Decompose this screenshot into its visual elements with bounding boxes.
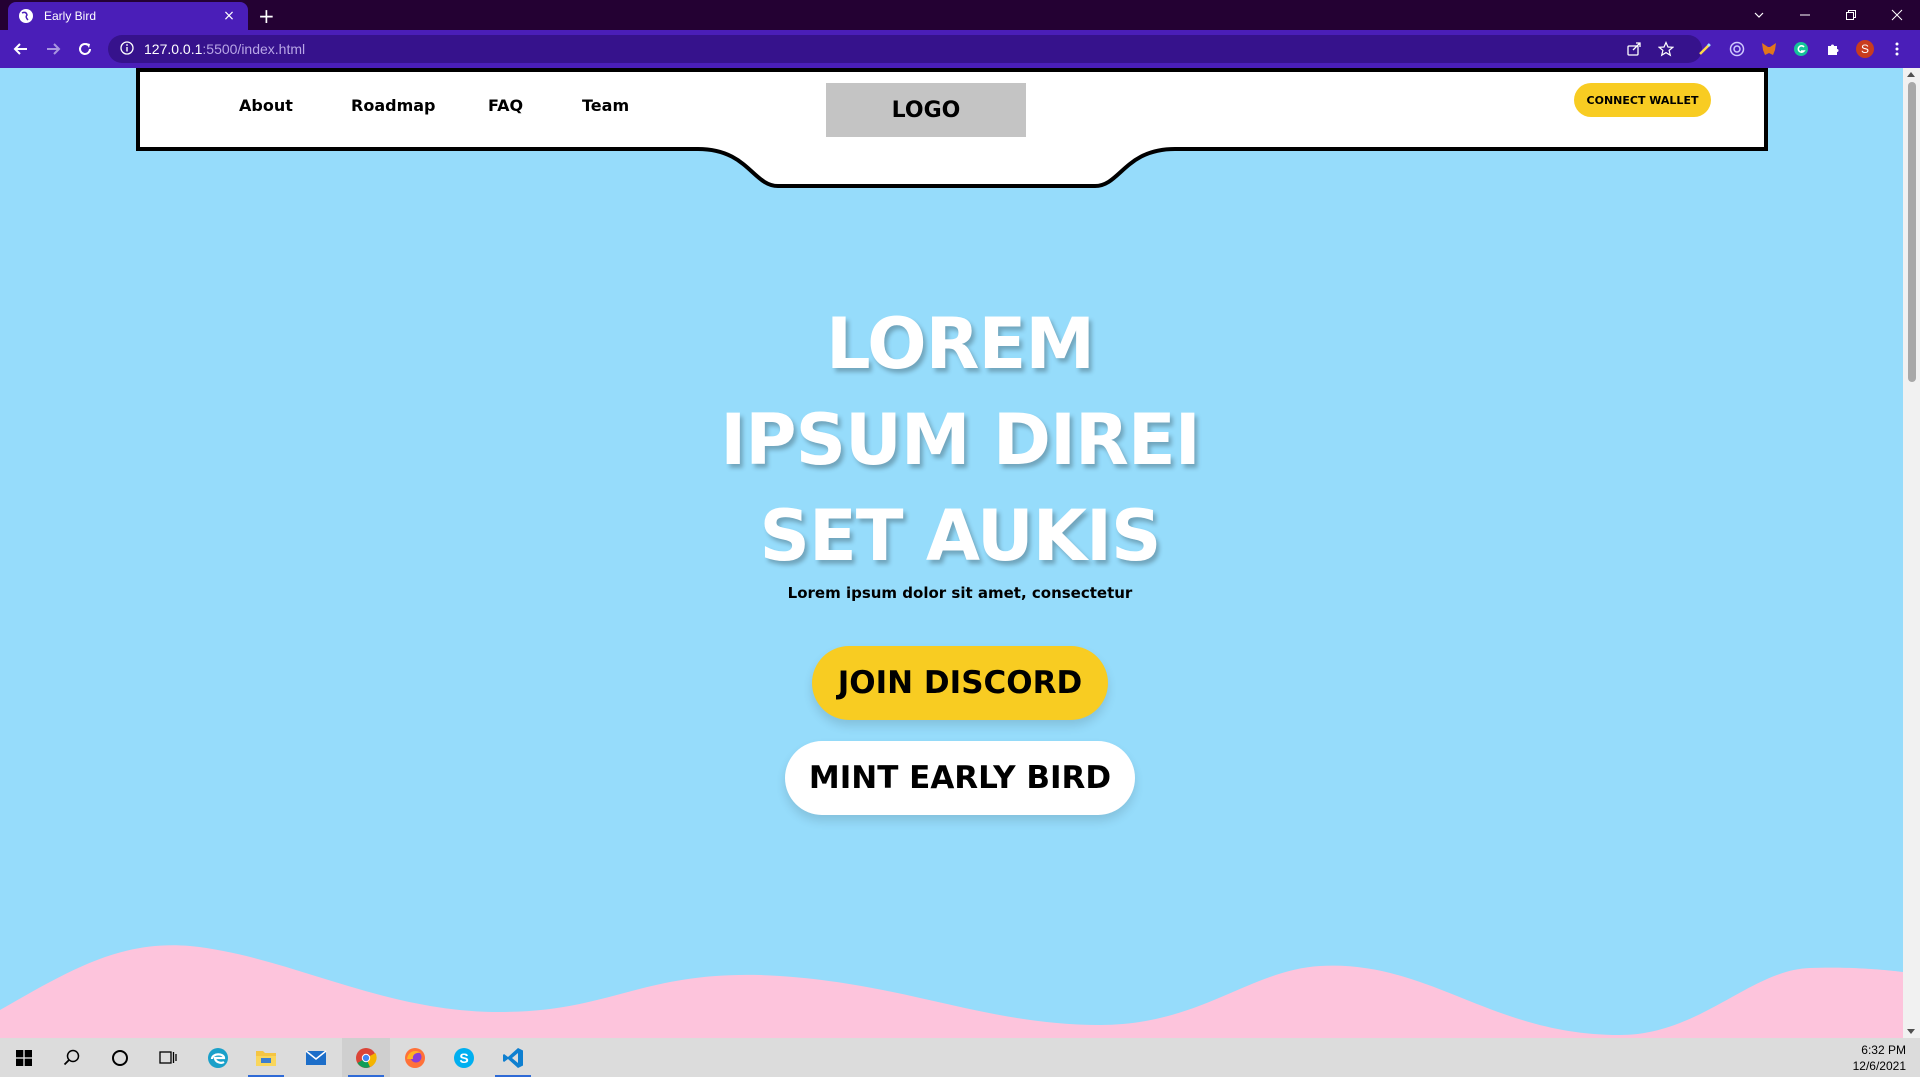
nav-link-about[interactable]: About bbox=[239, 96, 293, 115]
scroll-down-icon[interactable] bbox=[1907, 1029, 1915, 1034]
edge-icon[interactable] bbox=[194, 1038, 242, 1077]
hero-subtitle: Lorem ipsum dolor sit amet, consectetur bbox=[787, 584, 1133, 602]
url-path: :5500/index.html bbox=[202, 41, 306, 57]
system-clock[interactable]: 6:32 PM 12/6/2021 bbox=[1853, 1042, 1906, 1074]
address-bar[interactable]: 127.0.0.1:5500/index.html bbox=[108, 35, 1702, 63]
tab-close-icon[interactable]: × bbox=[220, 8, 238, 24]
site-logo[interactable]: LOGO bbox=[826, 83, 1026, 137]
hero-title-line-3: SET AUKIS bbox=[759, 495, 1162, 577]
connect-wallet-button[interactable]: CONNECT WALLET bbox=[1574, 83, 1711, 117]
extensions-puzzle-icon[interactable] bbox=[1823, 39, 1843, 59]
restore-icon[interactable] bbox=[1828, 0, 1874, 30]
forward-arrow-icon[interactable] bbox=[38, 34, 68, 64]
file-explorer-icon[interactable] bbox=[242, 1038, 290, 1077]
back-arrow-icon[interactable] bbox=[6, 34, 36, 64]
color-picker-extension-icon[interactable] bbox=[1695, 39, 1715, 59]
scroll-up-icon[interactable] bbox=[1907, 72, 1915, 77]
profile-initial: S bbox=[1860, 42, 1869, 56]
clock-time: 6:32 PM bbox=[1861, 1043, 1906, 1057]
globe-icon bbox=[18, 8, 34, 24]
minimize-icon[interactable] bbox=[1782, 0, 1828, 30]
browser-tab[interactable]: Early Bird × bbox=[8, 2, 248, 30]
scroll-thumb[interactable] bbox=[1908, 82, 1916, 382]
bookmark-star-icon[interactable] bbox=[1656, 39, 1676, 59]
vscode-icon[interactable] bbox=[489, 1038, 537, 1077]
info-icon[interactable] bbox=[120, 40, 134, 59]
cortana-icon[interactable] bbox=[96, 1038, 144, 1077]
page-viewport: About Roadmap FAQ Team LOGO CONNECT WALL… bbox=[0, 68, 1903, 1038]
more-menu-icon[interactable] bbox=[1887, 39, 1907, 59]
join-discord-button[interactable]: JOIN DISCORD bbox=[812, 646, 1108, 720]
mint-early-bird-button[interactable]: MINT EARLY BIRD bbox=[785, 741, 1135, 815]
mail-icon[interactable] bbox=[292, 1038, 340, 1077]
search-icon[interactable] bbox=[48, 1038, 96, 1077]
tab-search-icon[interactable] bbox=[1736, 0, 1782, 30]
tab-title: Early Bird bbox=[44, 9, 97, 23]
page-scrollbar[interactable] bbox=[1903, 68, 1920, 1038]
hero-title-line-1: LOREM bbox=[826, 303, 1095, 385]
reload-icon[interactable] bbox=[70, 34, 100, 64]
skype-icon[interactable]: S bbox=[440, 1038, 488, 1077]
nav-link-roadmap[interactable]: Roadmap bbox=[351, 96, 435, 115]
close-window-icon[interactable] bbox=[1874, 0, 1920, 30]
hero-title-line-2: IPSUM DIREI bbox=[720, 399, 1201, 481]
nav-link-team[interactable]: Team bbox=[582, 96, 629, 115]
share-icon[interactable] bbox=[1624, 39, 1644, 59]
nav-link-faq[interactable]: FAQ bbox=[488, 96, 523, 115]
grammarly-icon[interactable] bbox=[1791, 39, 1811, 59]
browser-titlebar: Early Bird × + bbox=[0, 0, 1920, 30]
url-host: 127.0.0.1 bbox=[144, 41, 203, 57]
target-extension-icon[interactable] bbox=[1727, 39, 1747, 59]
task-view-icon[interactable] bbox=[144, 1038, 192, 1077]
clock-date: 12/6/2021 bbox=[1852, 1059, 1906, 1073]
metamask-icon[interactable] bbox=[1759, 39, 1779, 59]
windows-taskbar: S 6:32 PM 12/6/2021 bbox=[0, 1038, 1920, 1077]
chrome-icon[interactable] bbox=[342, 1038, 390, 1077]
windows-start-icon[interactable] bbox=[0, 1038, 48, 1077]
firefox-icon[interactable] bbox=[391, 1038, 439, 1077]
pink-wave bbox=[0, 945, 1903, 1038]
svg-text:S: S bbox=[459, 1050, 468, 1066]
profile-avatar[interactable]: S bbox=[1855, 39, 1875, 59]
new-tab-button[interactable]: + bbox=[258, 4, 275, 28]
